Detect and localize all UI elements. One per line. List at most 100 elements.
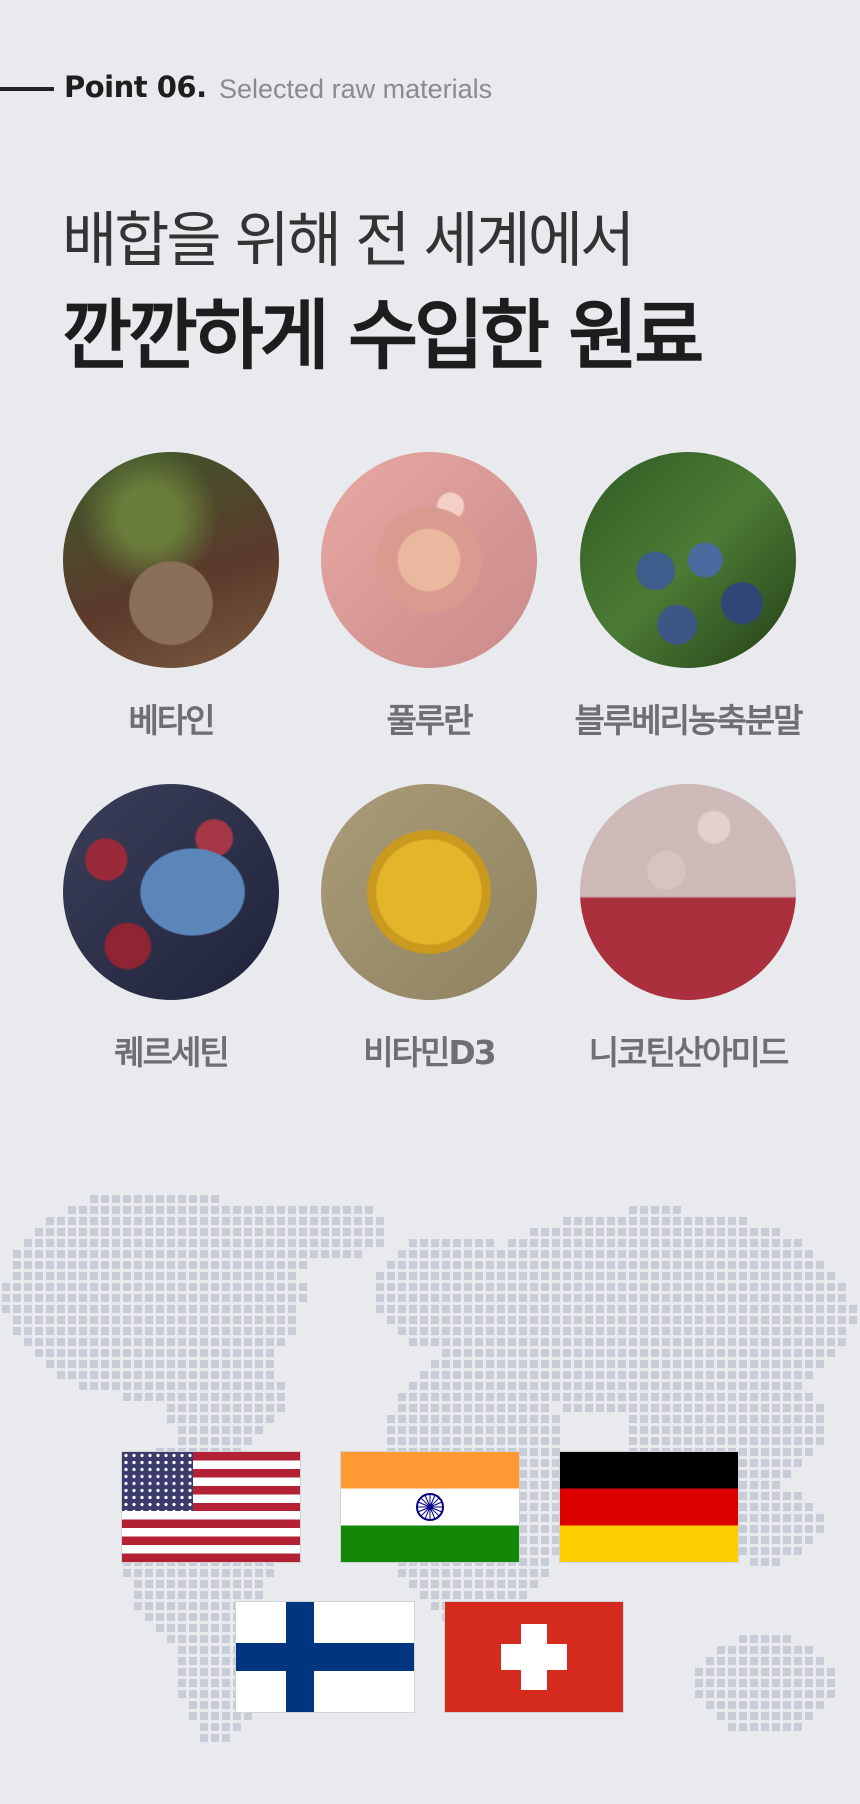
map-dot	[409, 1426, 417, 1434]
map-dot	[651, 1250, 659, 1258]
map-dot	[167, 1415, 175, 1423]
map-dot	[244, 1712, 252, 1720]
map-dot	[530, 1250, 538, 1258]
map-dot	[574, 1272, 582, 1280]
map-dot	[816, 1525, 824, 1533]
map-dot	[189, 1294, 197, 1302]
map-dot	[530, 1272, 538, 1280]
map-dot	[189, 1261, 197, 1269]
map-dot	[739, 1470, 747, 1478]
map-dot	[508, 1393, 516, 1401]
map-dot	[794, 1547, 802, 1555]
map-dot	[233, 1393, 241, 1401]
map-dot	[475, 1591, 483, 1599]
map-dot	[200, 1283, 208, 1291]
map-dot	[640, 1228, 648, 1236]
map-dot	[464, 1349, 472, 1357]
map-dot	[24, 1283, 32, 1291]
map-dot	[717, 1668, 725, 1676]
map-dot	[706, 1228, 714, 1236]
map-dot	[552, 1415, 560, 1423]
map-dot	[497, 1426, 505, 1434]
map-dot	[772, 1283, 780, 1291]
map-dot	[805, 1690, 813, 1698]
map-dot	[24, 1272, 32, 1280]
map-dot	[189, 1668, 197, 1676]
map-dot	[750, 1470, 758, 1478]
map-dot	[662, 1327, 670, 1335]
map-dot	[541, 1272, 549, 1280]
map-dot	[189, 1657, 197, 1665]
map-dot	[178, 1404, 186, 1412]
map-dot	[420, 1239, 428, 1247]
map-dot	[277, 1316, 285, 1324]
map-dot	[123, 1228, 131, 1236]
map-dot	[453, 1569, 461, 1577]
map-dot	[222, 1613, 230, 1621]
map-dot	[442, 1382, 450, 1390]
map-dot	[497, 1294, 505, 1302]
map-dot	[200, 1228, 208, 1236]
map-dot	[134, 1272, 142, 1280]
map-dot	[200, 1305, 208, 1313]
map-dot	[783, 1250, 791, 1258]
map-dot	[761, 1712, 769, 1720]
map-dot	[222, 1624, 230, 1632]
map-dot	[519, 1569, 527, 1577]
map-dot	[200, 1580, 208, 1588]
map-dot	[596, 1261, 604, 1269]
map-dot	[376, 1239, 384, 1247]
map-dot	[673, 1382, 681, 1390]
map-dot	[222, 1404, 230, 1412]
map-dot	[706, 1305, 714, 1313]
map-dot	[90, 1305, 98, 1313]
map-dot	[794, 1404, 802, 1412]
map-dot	[486, 1426, 494, 1434]
map-dot	[57, 1261, 65, 1269]
map-dot	[816, 1426, 824, 1434]
map-dot	[794, 1283, 802, 1291]
map-dot	[200, 1195, 208, 1203]
map-dot	[167, 1602, 175, 1610]
map-dot	[475, 1305, 483, 1313]
map-dot	[508, 1371, 516, 1379]
map-dot	[750, 1415, 758, 1423]
map-dot	[453, 1393, 461, 1401]
map-dot	[662, 1272, 670, 1280]
map-dot	[354, 1239, 362, 1247]
map-dot	[629, 1206, 637, 1214]
map-dot	[244, 1250, 252, 1258]
map-dot	[464, 1371, 472, 1379]
map-dot	[629, 1316, 637, 1324]
map-dot	[112, 1239, 120, 1247]
map-dot	[772, 1558, 780, 1566]
map-dot	[508, 1437, 516, 1445]
map-dot	[706, 1272, 714, 1280]
map-dot	[46, 1305, 54, 1313]
map-dot	[233, 1338, 241, 1346]
map-dot	[563, 1371, 571, 1379]
map-dot	[761, 1459, 769, 1467]
map-dot	[530, 1283, 538, 1291]
map-dot	[145, 1591, 153, 1599]
map-dot	[783, 1393, 791, 1401]
map-dot	[57, 1228, 65, 1236]
map-dot	[442, 1371, 450, 1379]
map-dot	[750, 1558, 758, 1566]
map-dot	[200, 1679, 208, 1687]
map-dot	[805, 1701, 813, 1709]
map-dot	[640, 1437, 648, 1445]
map-dot	[684, 1305, 692, 1313]
map-dot	[739, 1635, 747, 1643]
map-dot	[178, 1261, 186, 1269]
map-dot	[90, 1217, 98, 1225]
map-dot	[750, 1316, 758, 1324]
map-dot	[497, 1272, 505, 1280]
map-dot	[794, 1525, 802, 1533]
map-dot	[255, 1382, 263, 1390]
map-dot	[35, 1272, 43, 1280]
map-dot	[618, 1239, 626, 1247]
map-dot	[211, 1679, 219, 1687]
map-dot	[266, 1327, 274, 1335]
map-dot	[156, 1305, 164, 1313]
